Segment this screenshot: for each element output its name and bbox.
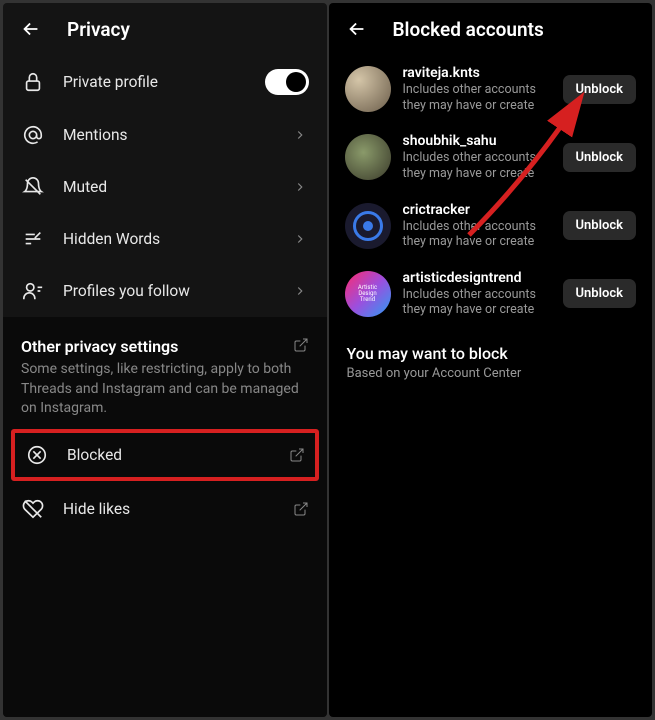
unblock-button[interactable]: Unblock	[563, 75, 637, 104]
avatar[interactable]: ArtisticDesignTrend	[345, 271, 391, 317]
avatar[interactable]	[345, 203, 391, 249]
back-button[interactable]	[19, 17, 43, 41]
heart-off-icon	[21, 497, 45, 521]
bell-off-icon	[21, 175, 45, 199]
avatar[interactable]	[345, 66, 391, 112]
other-privacy-title: Other privacy settings	[21, 337, 178, 356]
unblock-button[interactable]: Unblock	[563, 143, 637, 172]
suggest-title: You may want to block	[347, 344, 635, 363]
account-info: crictracker Includes other accounts they…	[403, 202, 551, 250]
account-subtext: Includes other accounts they may have or…	[403, 219, 551, 250]
profiles-follow-row[interactable]: Profiles you follow	[3, 265, 327, 317]
account-username[interactable]: shoubhik_sahu	[403, 133, 551, 149]
account-row: crictracker Includes other accounts they…	[329, 192, 653, 260]
account-subtext: Includes other accounts they may have or…	[403, 150, 551, 181]
people-icon	[21, 279, 45, 303]
private-profile-row[interactable]: Private profile	[3, 55, 327, 109]
at-icon	[21, 123, 45, 147]
privacy-header: Privacy	[3, 3, 327, 55]
chevron-right-icon	[293, 127, 309, 143]
other-privacy-section: Other privacy settings Some settings, li…	[3, 317, 327, 717]
account-row: ArtisticDesignTrend artisticdesigntrend …	[329, 260, 653, 328]
account-info: shoubhik_sahu Includes other accounts th…	[403, 133, 551, 181]
account-row: raviteja.knts Includes other accounts th…	[329, 55, 653, 123]
blocked-accounts-screen: Blocked accounts raviteja.knts Includes …	[329, 3, 653, 717]
muted-row[interactable]: Muted	[3, 161, 327, 213]
hidden-words-label: Hidden Words	[63, 230, 275, 248]
account-username[interactable]: raviteja.knts	[403, 65, 551, 81]
account-username[interactable]: crictracker	[403, 202, 551, 218]
unblock-button[interactable]: Unblock	[563, 211, 637, 240]
external-link-icon	[293, 337, 309, 353]
private-profile-label: Private profile	[63, 73, 247, 91]
chevron-right-icon	[293, 179, 309, 195]
blocked-header: Blocked accounts	[329, 3, 653, 55]
page-title: Privacy	[67, 18, 130, 41]
hide-likes-row[interactable]: Hide likes	[3, 483, 327, 535]
account-username[interactable]: artisticdesigntrend	[403, 270, 551, 286]
page-title: Blocked accounts	[393, 18, 544, 41]
unblock-button[interactable]: Unblock	[563, 279, 637, 308]
external-link-icon	[293, 501, 309, 517]
account-subtext: Includes other accounts they may have or…	[403, 82, 551, 113]
mentions-row[interactable]: Mentions	[3, 109, 327, 161]
hidden-words-row[interactable]: Hidden Words	[3, 213, 327, 265]
avatar[interactable]	[345, 134, 391, 180]
lock-icon	[21, 70, 45, 94]
chevron-right-icon	[293, 231, 309, 247]
blocked-highlight: Blocked	[11, 429, 319, 481]
account-subtext: Includes other accounts they may have or…	[403, 287, 551, 318]
chevron-right-icon	[293, 283, 309, 299]
external-link-icon	[289, 447, 305, 463]
private-profile-toggle[interactable]	[265, 69, 309, 95]
account-info: artisticdesigntrend Includes other accou…	[403, 270, 551, 318]
account-info: raviteja.knts Includes other accounts th…	[403, 65, 551, 113]
muted-label: Muted	[63, 178, 275, 196]
suggest-section: You may want to block Based on your Acco…	[329, 328, 653, 397]
other-privacy-header: Other privacy settings	[3, 323, 327, 360]
privacy-screen: Privacy Private profile Mentions Muted H…	[3, 3, 327, 717]
suggest-subtitle: Based on your Account Center	[347, 366, 635, 381]
blocked-row[interactable]: Blocked	[15, 433, 315, 477]
account-row: shoubhik_sahu Includes other accounts th…	[329, 123, 653, 191]
hidden-words-icon	[21, 227, 45, 251]
mentions-label: Mentions	[63, 126, 275, 144]
blocked-label: Blocked	[67, 446, 271, 464]
back-button[interactable]	[345, 17, 369, 41]
profiles-follow-label: Profiles you follow	[63, 282, 275, 300]
blocked-icon	[25, 443, 49, 467]
hide-likes-label: Hide likes	[63, 500, 275, 518]
other-privacy-description: Some settings, like restricting, apply t…	[3, 360, 327, 427]
